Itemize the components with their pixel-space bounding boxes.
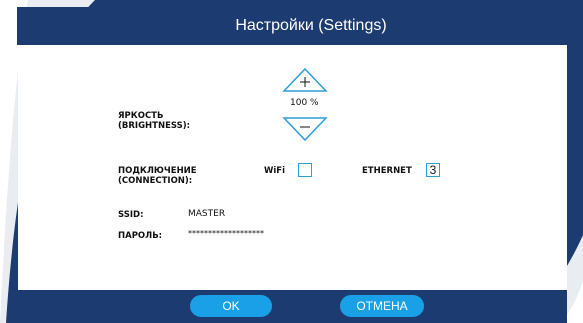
ssid-value[interactable]: MASTER: [188, 209, 225, 219]
wifi-checkbox[interactable]: [298, 163, 312, 177]
bottom-bar: [17, 290, 567, 323]
settings-screen: Настройки (Settings) ЯРКОСТЬ (BRIGHTNESS…: [0, 0, 583, 323]
connection-label: ПОДКЛЮЧЕНИЕ (CONNECTION):: [118, 166, 197, 186]
brightness-decrease-button[interactable]: [282, 116, 328, 142]
ssid-label: SSID:: [118, 210, 144, 220]
brightness-value: 100 %: [290, 98, 319, 108]
brightness-label-ru: ЯРКОСТЬ: [118, 111, 164, 121]
ethernet-checkbox[interactable]: 3: [426, 163, 440, 177]
ethernet-checkbox-value: 3: [429, 163, 437, 177]
brightness-label-en: (BRIGHTNESS):: [118, 121, 191, 131]
brightness-label: ЯРКОСТЬ (BRIGHTNESS):: [118, 111, 190, 131]
page-title: Настройки (Settings): [235, 17, 387, 34]
ok-button[interactable]: OK: [190, 295, 272, 317]
connection-label-en: (CONNECTION):: [118, 176, 193, 186]
password-value[interactable]: *******************: [188, 229, 264, 238]
settings-panel: ЯРКОСТЬ (BRIGHTNESS): 100 % ПОДКЛЮЧЕНИЕ …: [18, 45, 567, 290]
wifi-label: WiFi: [264, 166, 286, 176]
ethernet-label: ETHERNET: [362, 166, 412, 176]
brightness-increase-button[interactable]: [282, 67, 328, 93]
password-label: ПАРОЛЬ:: [118, 231, 163, 241]
connection-label-ru: ПОДКЛЮЧЕНИЕ: [118, 166, 197, 176]
cancel-button[interactable]: ОТМЕНА: [340, 295, 424, 317]
title-bar: Настройки (Settings): [17, 7, 567, 45]
